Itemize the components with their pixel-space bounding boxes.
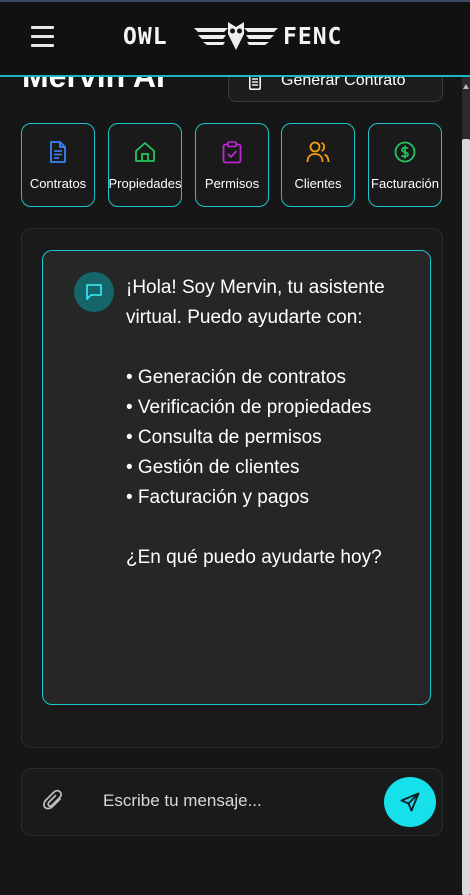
quick-action-label: Propiedades — [108, 176, 182, 191]
chat-bubble-icon — [86, 284, 102, 300]
owl-wings-icon — [194, 22, 278, 50]
app-header: OWL FENC — [0, 2, 470, 77]
dollar-circle-icon — [394, 141, 416, 163]
quick-action-permisos[interactable]: Permisos — [195, 123, 269, 207]
hamburger-icon — [31, 26, 54, 29]
quick-action-label: Permisos — [204, 176, 260, 191]
scroll-up-arrow[interactable] — [463, 84, 469, 89]
assistant-avatar — [74, 272, 114, 312]
paperclip-icon[interactable] — [42, 788, 64, 812]
message-list-item: • Facturación y pagos — [126, 487, 310, 508]
assistant-message-text: ¡Hola! Soy Mervin, tu asistente virtual.… — [126, 273, 398, 573]
scrollbar[interactable] — [462, 77, 470, 895]
scrollbar-thumb[interactable] — [462, 139, 470, 895]
message-list-item: • Generación de contratos — [126, 367, 347, 388]
logo-text-left: OWL — [123, 24, 168, 50]
menu-button[interactable] — [31, 26, 55, 48]
users-icon — [306, 141, 330, 163]
home-icon — [135, 142, 155, 162]
document-icon — [50, 141, 66, 163]
message-question: ¿En qué puedo ayudarte hoy? — [126, 547, 382, 568]
brand-logo[interactable]: OWL FENC — [123, 16, 363, 58]
message-list-item: • Consulta de permisos — [126, 427, 322, 448]
quick-action-propiedades[interactable]: Propiedades — [108, 123, 182, 207]
send-icon — [400, 792, 420, 812]
quick-action-label: Facturación — [371, 176, 439, 191]
quick-action-label: Contratos — [29, 176, 87, 191]
quick-action-clientes[interactable]: Clientes — [281, 123, 355, 207]
quick-action-contratos[interactable]: Contratos — [21, 123, 95, 207]
send-button[interactable] — [384, 777, 436, 827]
message-intro: ¡Hola! Soy Mervin, tu asistente virtual.… — [126, 277, 385, 328]
logo-text-right: FENC — [283, 24, 343, 50]
quick-action-label: Clientes — [294, 176, 342, 191]
message-input[interactable] — [103, 786, 363, 816]
message-list-item: • Verificación de propiedades — [126, 397, 372, 418]
message-list-item: • Gestión de clientes — [126, 457, 300, 478]
quick-action-facturacion[interactable]: Facturación — [368, 123, 442, 207]
clipboard-check-icon — [222, 141, 242, 164]
